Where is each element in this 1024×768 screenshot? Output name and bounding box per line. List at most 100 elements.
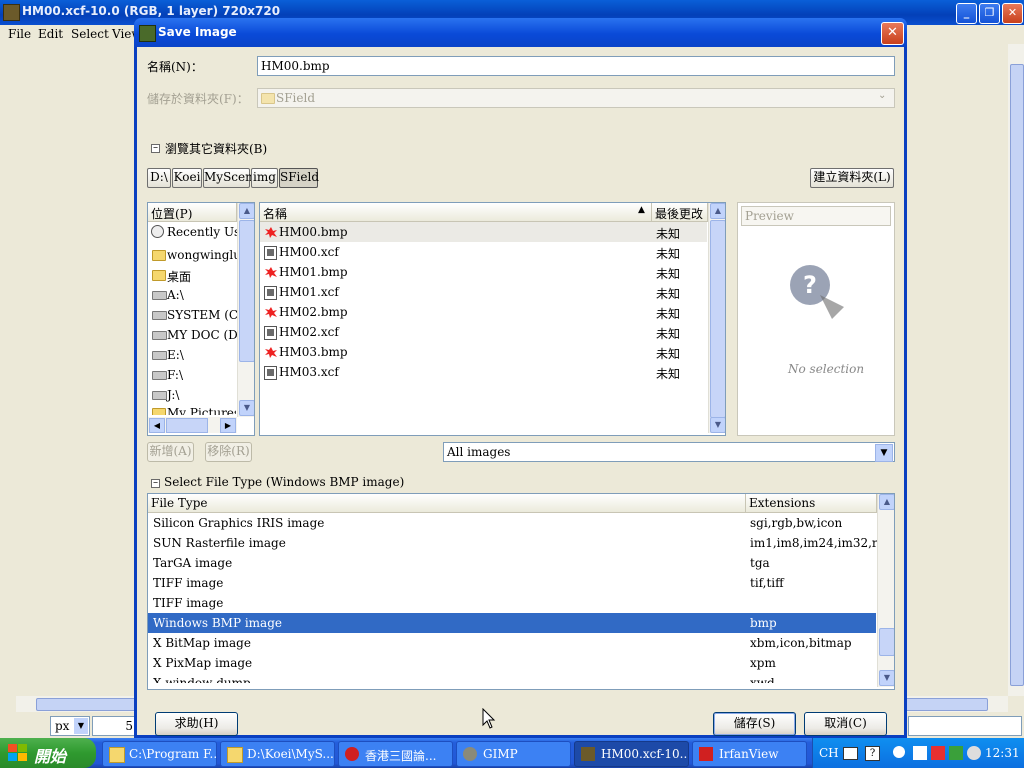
minimize-button[interactable]: _ xyxy=(956,3,977,24)
gimp-icon xyxy=(264,306,277,318)
collapse-icon[interactable]: − xyxy=(151,144,160,153)
task-koei-folder[interactable]: D:\Koei\MyS... xyxy=(220,741,335,767)
task-gimp[interactable]: GIMP xyxy=(456,741,571,767)
path-button-drive[interactable]: D:\ xyxy=(147,168,171,188)
places-horizontal-scrollbar[interactable]: ◀ ▶ xyxy=(148,417,237,433)
remove-bookmark-button[interactable]: 移除(R) xyxy=(205,442,252,462)
xcf-icon xyxy=(264,326,277,340)
column-header-file-type[interactable]: File Type xyxy=(148,494,746,513)
tray-app-icon-2[interactable] xyxy=(949,746,963,760)
file-type-row[interactable]: X BitMap image xbm,icon,bitmap xyxy=(148,633,876,653)
menu-file[interactable]: File xyxy=(8,27,31,41)
file-type-row[interactable]: TIFF image tif,tiff xyxy=(148,573,876,593)
gimp-image-icon xyxy=(581,747,595,761)
file-type-extensions: bmp xyxy=(750,616,777,630)
gimp-icon xyxy=(139,25,156,42)
file-modified: 未知 xyxy=(656,227,681,241)
task-program-files[interactable]: C:\Program F... xyxy=(102,741,217,767)
create-folder-button[interactable]: 建立資料夾(L) xyxy=(810,168,894,188)
file-type-extensions: sgi,rgb,bw,icon xyxy=(750,516,843,530)
language-indicator[interactable]: CH xyxy=(819,746,839,760)
file-row[interactable]: HM00.bmp 未知 xyxy=(260,222,707,242)
column-header-name[interactable]: 名稱 ▲ xyxy=(260,203,652,222)
select-file-type-expander[interactable]: Select File Type (Windows BMP image) xyxy=(164,475,404,489)
file-type-row[interactable]: X PixMap image xpm xyxy=(148,653,876,673)
gimp-icon xyxy=(463,747,477,761)
dialog-titlebar[interactable]: Save Image ✕ xyxy=(134,18,907,47)
file-type-name: X window dump xyxy=(153,676,251,683)
file-type-name: Silicon Graphics IRIS image xyxy=(153,516,325,530)
browse-folders-expander[interactable]: 瀏覽其它資料夾(B) xyxy=(165,140,267,157)
places-item-j[interactable]: J:\ xyxy=(148,385,236,405)
file-row[interactable]: HM02.bmp 未知 xyxy=(260,302,707,322)
file-type-row[interactable]: TIFF image xyxy=(148,593,876,613)
file-type-row[interactable]: X window dump xwd xyxy=(148,673,876,683)
filename-input[interactable]: HM00.bmp xyxy=(257,56,895,76)
file-row[interactable]: HM01.bmp 未知 xyxy=(260,262,707,282)
file-type-row[interactable]: Windows BMP image bmp xyxy=(148,613,876,633)
file-type-name: Windows BMP image xyxy=(153,616,282,630)
file-filter-select[interactable]: All images ▼ xyxy=(443,442,895,462)
file-type-row[interactable]: SUN Rasterfile image im1,im8,im24,im32,rs… xyxy=(148,533,894,553)
column-header-extensions[interactable]: Extensions xyxy=(746,494,877,513)
file-type-row[interactable]: TarGA image tga xyxy=(148,553,876,573)
no-selection-text: No selection xyxy=(788,362,865,376)
places-item-desktop[interactable]: 桌面 xyxy=(148,265,236,285)
file-row[interactable]: HM02.xcf 未知 xyxy=(260,322,707,342)
task-irfanview[interactable]: IrfanView xyxy=(692,741,807,767)
path-button-myscen[interactable]: MyScen xyxy=(203,168,253,188)
file-row[interactable]: HM03.bmp 未知 xyxy=(260,342,707,362)
file-type-extensions: tga xyxy=(750,556,770,570)
keyboard-icon[interactable] xyxy=(843,747,858,760)
menu-edit[interactable]: Edit xyxy=(38,27,63,41)
tray-app-icon[interactable] xyxy=(931,746,945,760)
file-row[interactable]: HM01.xcf 未知 xyxy=(260,282,707,302)
file-type-vertical-scrollbar[interactable]: ▲ ▼ xyxy=(877,494,894,687)
unit-select[interactable]: px ▼ xyxy=(50,716,90,736)
clock-icon xyxy=(151,225,164,238)
path-button-sfield[interactable]: SField xyxy=(279,168,319,188)
places-item-e[interactable]: E:\ xyxy=(148,345,236,365)
task-hm00-image[interactable]: HM00.xcf-10... xyxy=(574,741,689,767)
column-header-modified[interactable]: 最後更改 xyxy=(652,203,708,222)
places-item-f[interactable]: F:\ xyxy=(148,365,236,385)
zoom-value: 5 xyxy=(125,719,133,733)
file-type-row[interactable]: Silicon Graphics IRIS image sgi,rgb,bw,ic… xyxy=(148,513,876,533)
cancel-button[interactable]: 取消(C) xyxy=(804,712,887,736)
task-opera-browser[interactable]: 香港三國論... xyxy=(338,741,453,767)
start-button[interactable]: 開始 xyxy=(0,738,96,768)
places-vertical-scrollbar[interactable]: ▲ ▼ xyxy=(237,203,254,417)
path-button-koei[interactable]: Koei xyxy=(172,168,202,188)
places-item-d[interactable]: MY DOC (D:\ xyxy=(148,325,246,345)
canvas-vertical-scrollbar[interactable] xyxy=(1008,44,1024,696)
zoom-field[interactable]: 5 xyxy=(92,716,138,736)
help-button[interactable]: 求助(H) xyxy=(155,712,238,736)
places-item-recently-used[interactable]: Recently Used xyxy=(148,222,254,242)
places-item-my-pictures[interactable]: My Pictures xyxy=(148,403,236,415)
restore-button[interactable]: ❐ xyxy=(979,3,1000,24)
file-row[interactable]: HM00.xcf 未知 xyxy=(260,242,707,262)
places-item-c[interactable]: SYSTEM (C:\ xyxy=(148,305,246,325)
places-item-home[interactable]: wongwinglun xyxy=(148,245,249,265)
clock[interactable]: 12:31 xyxy=(985,746,1020,760)
dialog-title: Save Image xyxy=(158,25,237,39)
file-modified: 未知 xyxy=(656,287,681,301)
volume-icon[interactable] xyxy=(967,746,981,760)
files-vertical-scrollbar[interactable]: ▲ ▼ xyxy=(708,203,725,433)
help-icon[interactable]: ? xyxy=(865,746,880,761)
path-button-img[interactable]: img xyxy=(251,168,278,188)
file-name: HM03.xcf xyxy=(279,365,339,379)
save-in-folder-select[interactable]: SField ⌄ xyxy=(257,88,895,108)
places-item-a[interactable]: A:\ xyxy=(148,285,236,305)
file-name: HM03.bmp xyxy=(279,345,348,359)
file-row[interactable]: HM03.xcf 未知 xyxy=(260,362,707,382)
save-button[interactable]: 儲存(S) xyxy=(713,712,796,736)
menu-select[interactable]: Select xyxy=(71,27,109,41)
collapse-icon[interactable]: − xyxy=(151,479,160,488)
chevron-left-icon[interactable] xyxy=(893,746,905,758)
add-bookmark-button[interactable]: 新增(A) xyxy=(147,442,194,462)
close-button[interactable]: ✕ xyxy=(1002,3,1023,24)
dialog-close-button[interactable]: ✕ xyxy=(881,22,904,45)
zone-alarm-icon[interactable] xyxy=(913,746,927,760)
places-header[interactable]: 位置(P) xyxy=(148,203,237,222)
